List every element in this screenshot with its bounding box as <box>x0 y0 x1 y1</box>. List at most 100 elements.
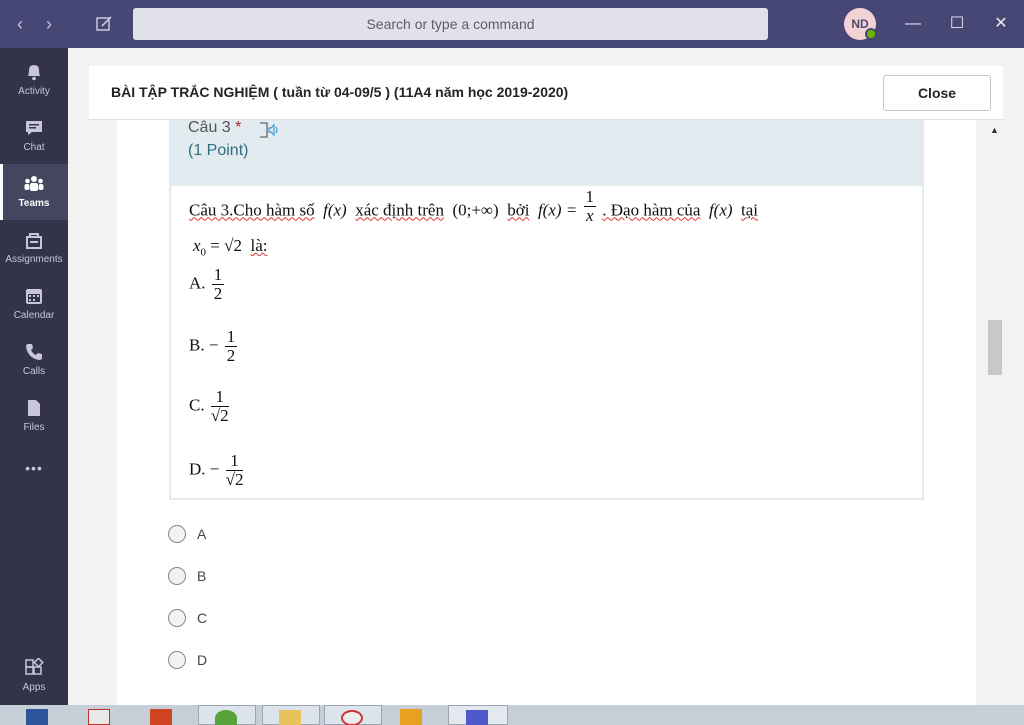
search-input[interactable]: Search or type a command <box>133 8 768 40</box>
teams-icon <box>24 176 44 191</box>
rail-label: Apps <box>22 682 46 693</box>
chevron-left-icon[interactable]: ‹ <box>9 12 31 36</box>
option-label: C <box>197 610 208 626</box>
dialog-title: BÀI TẬP TRẮC NGHIỆM ( tuần từ 04-09/5 ) … <box>111 84 569 100</box>
taskbar <box>0 705 1024 725</box>
word-icon <box>26 709 48 725</box>
blocked-icon <box>341 710 363 725</box>
option-c[interactable]: C <box>168 606 288 630</box>
fraction-denominator: 2 <box>226 346 236 365</box>
taskbar-app-2[interactable] <box>80 705 126 725</box>
rail-label: Teams <box>18 198 50 209</box>
taskbar-explorer[interactable] <box>262 705 320 725</box>
more-apps-button[interactable]: ••• <box>0 450 68 490</box>
compose-icon[interactable] <box>92 12 116 36</box>
presence-available-icon <box>865 28 877 40</box>
text-segment: . Đạo hàm của <box>602 200 701 220</box>
taskbar-app-4[interactable] <box>198 705 256 725</box>
question-text-line-1: Câu 3.Cho hàm số f(x) xác định trên (0;+… <box>189 188 758 225</box>
title-bar: ‹ › Search or type a command ND — ☐ ✕ <box>0 0 1024 48</box>
radio-button[interactable] <box>168 609 186 627</box>
fraction-denominator: 2 <box>213 284 223 303</box>
scroll-up-icon[interactable]: ▲ <box>990 125 1000 135</box>
choice-A-formula: A. 12 <box>189 266 226 303</box>
chart-app-icon <box>215 710 237 725</box>
bell-icon <box>28 65 40 81</box>
text-segment: x <box>193 236 201 255</box>
text-segment: f(x) <box>323 200 347 220</box>
radio-button[interactable] <box>168 525 186 543</box>
fraction: 1x <box>583 187 596 225</box>
text-segment: C. <box>189 395 205 415</box>
text-segment: Câu 3.Cho hàm số <box>189 200 315 220</box>
rail-item-files[interactable]: Files <box>0 388 68 444</box>
minimize-icon[interactable]: — <box>899 10 927 38</box>
fraction: 1 √2 <box>210 388 229 425</box>
required-mark: * <box>235 119 242 136</box>
presentation-icon <box>150 709 172 725</box>
rail-item-assignments[interactable]: Assignments <box>0 220 68 276</box>
taskbar-app-6[interactable] <box>324 705 382 725</box>
chat-icon <box>26 121 42 135</box>
rail-label: Chat <box>23 142 45 153</box>
fraction: 12 <box>211 265 225 303</box>
text-segment: D. − <box>189 459 220 479</box>
fraction: 12 <box>224 328 238 365</box>
fraction-numerator: 1 <box>225 452 244 471</box>
text-segment: A. <box>189 273 206 293</box>
question-text-line-2: x0 = √2 là: <box>193 236 267 258</box>
text-segment: bởi <box>507 200 530 220</box>
taskbar-teams[interactable] <box>448 705 508 725</box>
dialog-header: BÀI TẬP TRẮC NGHIỆM ( tuần từ 04-09/5 ) … <box>89 66 1003 120</box>
text-segment: xác định trên <box>355 200 444 220</box>
option-d[interactable]: D <box>168 648 288 672</box>
rail-label: Activity <box>18 86 50 97</box>
scrollbar-thumb[interactable] <box>988 320 1002 375</box>
chevron-right-icon[interactable]: › <box>38 12 60 36</box>
more-icon: ••• <box>25 460 43 476</box>
text-segment: f(x) <box>708 200 733 220</box>
calendar-icon <box>26 289 42 304</box>
rail-item-activity[interactable]: Activity <box>0 52 68 108</box>
rail-item-teams[interactable]: Teams <box>0 164 68 220</box>
file-icon <box>28 400 40 416</box>
fraction-denominator: √2 <box>210 406 229 425</box>
maximize-icon[interactable]: ☐ <box>943 10 971 38</box>
document-icon <box>88 709 110 725</box>
rail-item-calls[interactable]: Calls <box>0 332 68 388</box>
radio-button[interactable] <box>168 567 186 585</box>
question-number-text: Câu 3 <box>188 119 231 136</box>
question-number: Câu 3 * <box>188 119 241 137</box>
radio-button[interactable] <box>168 651 186 669</box>
app-rail: Activity Chat Teams Assignments Calendar… <box>0 48 68 705</box>
rail-item-apps[interactable]: Apps <box>0 648 68 704</box>
option-b[interactable]: B <box>168 564 288 588</box>
phone-icon <box>26 344 42 360</box>
close-window-icon[interactable]: ✕ <box>987 10 1015 38</box>
folder-icon <box>279 710 301 725</box>
taskbar-app-3[interactable] <box>140 705 190 725</box>
rail-label: Calendar <box>13 310 55 321</box>
taskbar-word[interactable] <box>16 705 62 725</box>
option-label: D <box>197 652 208 668</box>
option-a[interactable]: A <box>168 522 288 546</box>
close-button[interactable]: Close <box>883 75 991 111</box>
fraction-numerator: 1 <box>211 265 225 285</box>
taskbar-app-7[interactable] <box>386 705 444 725</box>
rail-label: Assignments <box>5 254 63 265</box>
fraction-numerator: 1 <box>583 187 596 207</box>
text-segment: B. − <box>189 335 219 355</box>
text-segment: (0;+∞) <box>452 200 499 220</box>
choice-D-formula: D. − 1 √2 <box>189 452 245 489</box>
immersive-reader-icon[interactable] <box>258 121 280 139</box>
question-points: (1 Point) <box>188 142 249 159</box>
fraction-denominator: √2 <box>225 470 244 489</box>
scrollbar[interactable] <box>985 120 1003 705</box>
option-label: B <box>197 568 207 584</box>
rail-item-chat[interactable]: Chat <box>0 108 68 164</box>
text-segment: là: <box>250 236 268 255</box>
fraction-denominator: x <box>585 206 594 225</box>
apps-icon <box>25 658 44 675</box>
rail-item-calendar[interactable]: Calendar <box>0 276 68 332</box>
option-label: A <box>197 526 207 542</box>
